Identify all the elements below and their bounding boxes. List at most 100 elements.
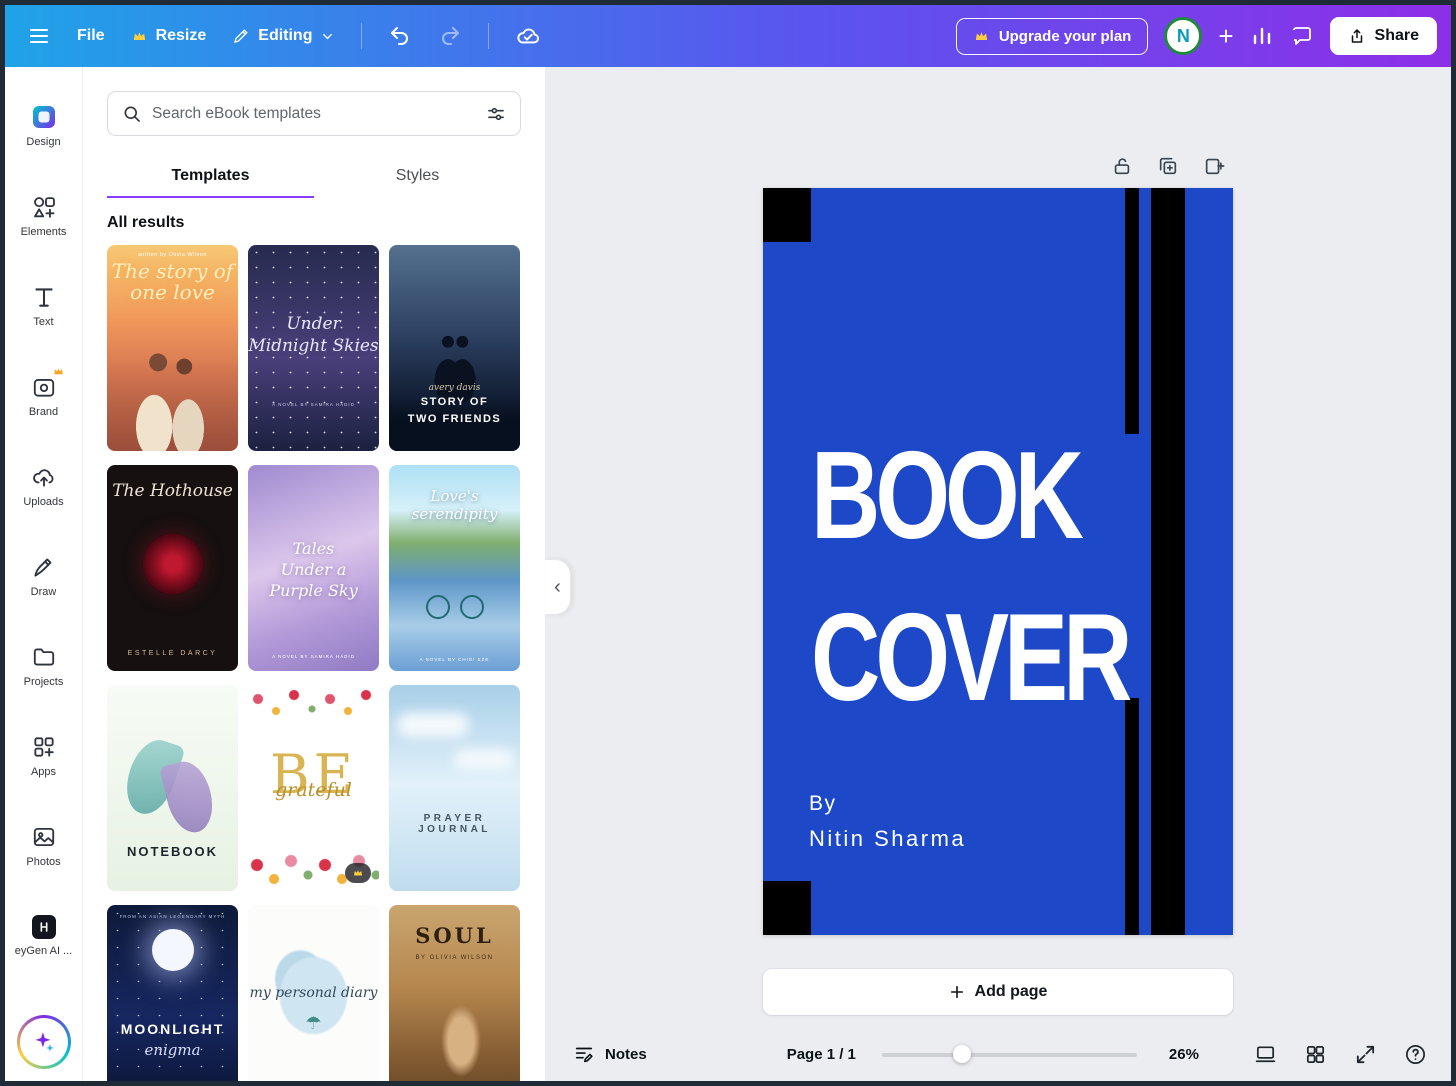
template-card-prayer-journal[interactable]: PRAYER JOURNAL <box>389 685 520 891</box>
sidebar-item-text[interactable]: Text <box>9 267 79 345</box>
sidebar-item-brand[interactable]: Brand <box>9 357 79 435</box>
sidebar-item-apps[interactable]: Apps <box>9 717 79 795</box>
cloud-saved-icon <box>515 23 541 49</box>
avatar-initial: N <box>1176 25 1190 46</box>
chevron-down-icon <box>320 29 335 44</box>
undo-icon[interactable] <box>388 24 412 48</box>
magic-assistant-button[interactable] <box>16 1015 71 1069</box>
cover-title-line1[interactable]: BOOK <box>811 433 1084 559</box>
account-avatar[interactable]: N <box>1164 17 1203 55</box>
template-eyebrow: written by Olivia Wilson <box>138 252 207 258</box>
heygen-logo-icon <box>31 915 56 939</box>
template-card-story-of-two-friends[interactable]: avery davis STORY OF TWO FRIENDS <box>389 245 520 451</box>
pages-view-icon[interactable] <box>1254 1043 1277 1066</box>
bottom-bar: Notes Page 1 / 1 26% <box>545 1027 1451 1081</box>
help-icon[interactable] <box>1404 1043 1427 1066</box>
flower-border-art <box>248 685 379 723</box>
cover-black-square-bottom[interactable] <box>763 881 811 935</box>
page-indicator: Page 1 / 1 <box>786 1045 856 1063</box>
comments-icon[interactable] <box>1290 24 1314 48</box>
template-card-notebook[interactable]: NOTEBOOK <box>107 685 238 891</box>
template-card-story-of-one-love[interactable]: written by Olivia Wilson The story of on… <box>107 245 238 451</box>
sidebar-item-elements[interactable]: Elements <box>9 177 79 255</box>
template-title: STORY OF TWO FRIENDS <box>407 396 502 425</box>
redo-icon[interactable] <box>438 24 462 48</box>
share-button[interactable]: Share <box>1329 17 1437 55</box>
add-page-icon[interactable] <box>1203 155 1225 177</box>
cover-thin-bar-bottom[interactable] <box>1125 698 1139 935</box>
add-page-button[interactable]: Add page <box>763 969 1233 1015</box>
collapse-panel-button[interactable]: ‹ <box>545 559 571 615</box>
template-title: Under Midnight Skies <box>248 314 379 357</box>
editing-mode-dropdown[interactable]: Editing <box>232 27 335 45</box>
insights-chart-icon[interactable] <box>1250 24 1274 48</box>
sidebar-label-design: Design <box>26 136 61 148</box>
sidebar-item-uploads[interactable]: Uploads <box>9 447 79 525</box>
pro-crown-icon <box>52 365 65 383</box>
template-panel: Templates Styles All results written by … <box>83 67 545 1081</box>
template-card-loves-serendipity[interactable]: Love's serendipity A NOVEL BY CHIDI EZE <box>389 465 520 671</box>
sidebar: Design Elements Text Brand Uploads Draw … <box>5 67 83 1081</box>
rose-art <box>141 533 204 595</box>
resize-label: Resize <box>155 27 207 44</box>
notes-button[interactable]: Notes <box>573 1043 647 1065</box>
tab-templates[interactable]: Templates <box>107 154 314 198</box>
template-title: The Hothouse <box>112 481 233 501</box>
cover-title-line2[interactable]: COVER <box>811 595 1132 721</box>
sidebar-item-draw[interactable]: Draw <box>9 537 79 615</box>
template-card-my-personal-diary[interactable]: my personal diary ☂ <box>248 905 379 1081</box>
results-header: All results <box>107 214 185 231</box>
editing-label: Editing <box>258 27 313 44</box>
upgrade-plan-label: Upgrade your plan <box>998 27 1132 45</box>
resize-button[interactable]: Resize <box>131 27 207 45</box>
file-button[interactable]: File <box>77 27 105 45</box>
sidebar-label-projects: Projects <box>23 676 64 688</box>
template-card-under-midnight-skies[interactable]: Under Midnight Skies A NOVEL BY SAMIRA H… <box>248 245 379 451</box>
cover-author[interactable]: Nitin Sharma <box>809 826 966 852</box>
sidebar-label-draw: Draw <box>30 586 57 598</box>
template-card-be-grateful[interactable]: BE grateful <box>248 685 379 891</box>
fullscreen-icon[interactable] <box>1354 1043 1377 1066</box>
toolbar-divider <box>361 23 363 49</box>
share-icon <box>1348 27 1366 45</box>
duplicate-page-icon[interactable] <box>1157 155 1179 177</box>
sidebar-item-projects[interactable]: Projects <box>9 627 79 705</box>
search-input[interactable] <box>152 104 476 123</box>
elements-icon <box>31 194 57 220</box>
cover-black-square-top[interactable] <box>763 188 811 242</box>
canvas-area: BOOK COVER By Nitin Sharma Add page Note… <box>545 67 1451 1081</box>
unlock-icon[interactable] <box>1111 155 1133 177</box>
sidebar-item-photos[interactable]: Photos <box>9 807 79 885</box>
crown-icon <box>131 28 148 45</box>
template-card-the-hothouse[interactable]: The Hothouse ESTELLE DARCY <box>107 465 238 671</box>
template-byline: BY OLIVIA WILSON <box>415 955 494 961</box>
folder-icon <box>31 644 57 670</box>
template-card-soul[interactable]: SOUL BY OLIVIA WILSON <box>389 905 520 1081</box>
zoom-slider[interactable] <box>881 1045 1137 1063</box>
add-page-label: Add page <box>974 983 1048 1000</box>
menu-icon[interactable] <box>27 24 51 48</box>
template-title: Love's serendipity <box>411 487 498 523</box>
photos-icon <box>31 824 57 850</box>
filter-icon[interactable] <box>486 104 506 124</box>
template-card-moonlight-enigma[interactable]: FROM AN ASIAN LEGENDARY MYTH MOONLIGHT e… <box>107 905 238 1081</box>
search-icon <box>122 104 142 124</box>
cover-wide-bar[interactable] <box>1151 188 1185 935</box>
sidebar-item-design[interactable]: Design <box>9 87 79 165</box>
tab-styles[interactable]: Styles <box>314 154 521 198</box>
grid-view-icon[interactable] <box>1304 1043 1327 1066</box>
cover-by-label[interactable]: By <box>809 792 837 816</box>
sidebar-label-apps: Apps <box>30 766 57 778</box>
book-cover-page[interactable]: BOOK COVER By Nitin Sharma <box>763 188 1233 935</box>
sidebar-label-uploads: Uploads <box>23 496 64 508</box>
upgrade-plan-button[interactable]: Upgrade your plan <box>955 17 1149 55</box>
search-box[interactable] <box>107 91 521 136</box>
add-member-icon[interactable]: + <box>1218 23 1233 49</box>
template-card-tales-under-purple-sky[interactable]: Tales Under a Purple Sky A NOVEL BY SAMI… <box>248 465 379 671</box>
sidebar-item-heygen-ai[interactable]: eyGen AI ... <box>9 897 79 975</box>
zoom-slider-thumb[interactable] <box>953 1045 972 1063</box>
cover-thin-bar-top[interactable] <box>1125 188 1139 434</box>
template-subtitle: grateful <box>275 779 352 801</box>
template-title: NOTEBOOK <box>126 844 219 859</box>
pencil-icon <box>232 27 250 45</box>
